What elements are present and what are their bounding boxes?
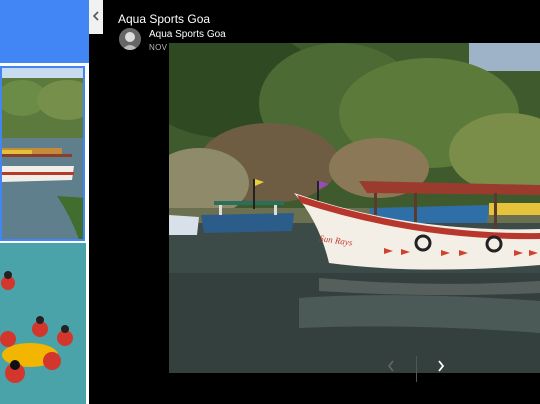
place-title[interactable]: Aqua Sports Goa bbox=[118, 12, 210, 26]
chevron-right-icon bbox=[436, 359, 446, 378]
photo-list-panel bbox=[0, 0, 89, 404]
collapse-panel-button[interactable] bbox=[89, 0, 104, 34]
chevron-left-icon bbox=[386, 359, 396, 378]
previous-photo-button[interactable] bbox=[380, 357, 402, 379]
author-name[interactable]: Aqua Sports Goa bbox=[149, 29, 226, 40]
author-avatar[interactable] bbox=[119, 28, 141, 50]
main-photo[interactable]: Sun Rays bbox=[169, 43, 540, 373]
photo-thumbnail-rafting[interactable] bbox=[0, 243, 86, 404]
chevron-left-icon bbox=[92, 8, 100, 26]
panel-header bbox=[0, 0, 89, 63]
nav-divider bbox=[416, 356, 417, 382]
next-photo-button[interactable] bbox=[430, 357, 452, 379]
photo-thumbnail-boats[interactable] bbox=[0, 66, 85, 241]
